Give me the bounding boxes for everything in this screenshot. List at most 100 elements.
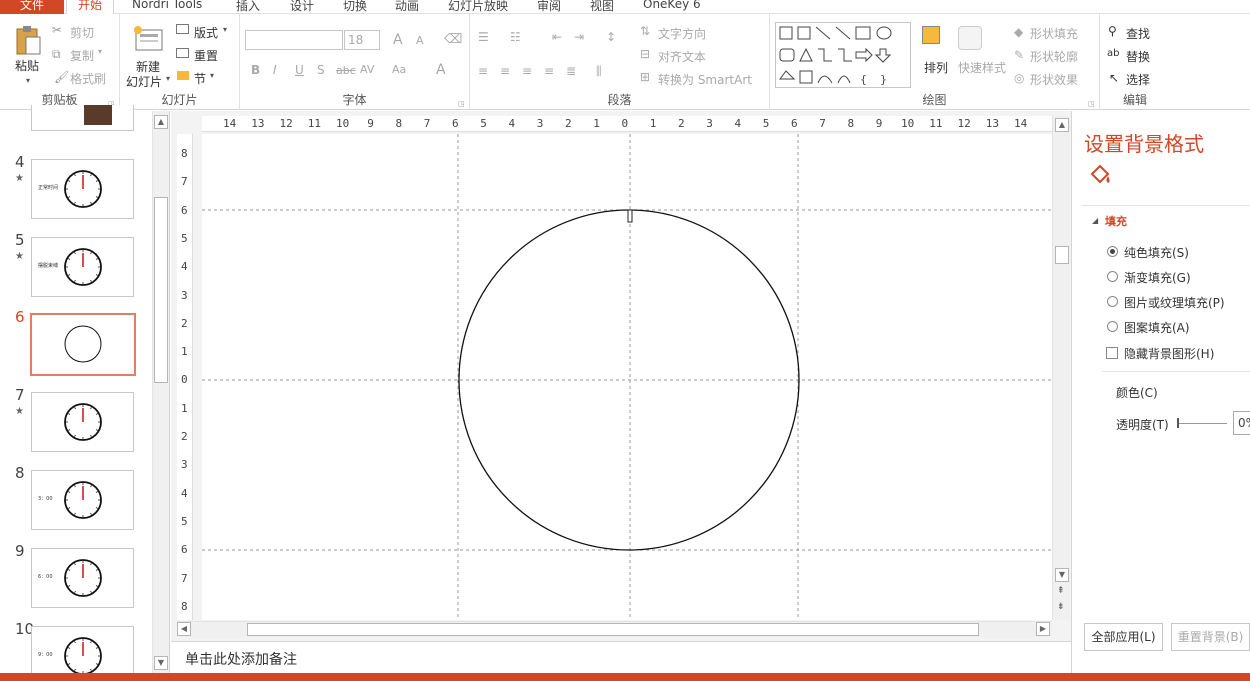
align-text-button[interactable]: 对齐文本 <box>658 48 706 65</box>
increase-indent-icon[interactable]: ⇥ <box>574 30 584 44</box>
columns-icon[interactable]: ⫼ <box>596 64 602 79</box>
shape-fill-button[interactable]: 形状填充 <box>1030 25 1078 42</box>
paste-icon[interactable] <box>14 24 42 56</box>
distributed-icon[interactable]: ≣ <box>566 64 576 78</box>
bullets-icon[interactable]: ☰ <box>478 30 489 44</box>
fill-icon[interactable] <box>1088 163 1112 187</box>
slide-thumbnail[interactable]: 摆脱束缚 <box>31 237 134 297</box>
slide-thumbnail-3[interactable] <box>31 105 134 131</box>
tab-onekey[interactable]: OneKey 6 <box>643 0 701 11</box>
editor-scroll-up-icon[interactable]: ▲ <box>1055 118 1069 132</box>
layout-button[interactable]: 版式 <box>194 24 218 41</box>
tab-design[interactable]: 设计 <box>290 0 314 14</box>
solid-fill-label[interactable]: 纯色填充(S) <box>1124 244 1189 261</box>
shadow-button[interactable]: S <box>317 63 325 77</box>
gradient-fill-radio[interactable] <box>1107 271 1118 282</box>
editor-horizontal-scrollbar[interactable]: ◀ ▶ <box>177 621 1052 637</box>
select-button[interactable]: 选择 <box>1126 71 1150 88</box>
smartart-button[interactable]: 转换为 SmartArt <box>658 71 752 88</box>
tab-slideshow[interactable]: 幻灯片放映 <box>448 0 508 14</box>
slide-thumbnail[interactable] <box>31 392 134 452</box>
pattern-fill-label[interactable]: 图案填充(A) <box>1124 319 1190 336</box>
hide-background-label[interactable]: 隐藏背景图形(H) <box>1124 345 1214 362</box>
justify-icon[interactable]: ≡ <box>544 64 554 78</box>
change-case-button[interactable]: Aa <box>392 63 406 76</box>
shapes-icon[interactable]: {} <box>776 23 912 89</box>
tab-insert[interactable]: 插入 <box>236 0 260 14</box>
editor-scroll-thumb[interactable] <box>1055 246 1069 264</box>
strikethrough-button[interactable]: abc <box>336 64 356 77</box>
font-dialog-launcher-icon[interactable]: ◳ <box>458 100 465 108</box>
apply-all-button[interactable]: 全部应用(L) <box>1084 623 1163 651</box>
tab-file[interactable]: 文件 <box>0 0 64 14</box>
editor-vertical-scrollbar[interactable]: ▲ ▼ ⇞ ⇟ <box>1052 116 1070 620</box>
scroll-thumb[interactable] <box>154 197 168 383</box>
picture-fill-label[interactable]: 图片或纹理填充(P) <box>1124 294 1225 311</box>
paste-dropdown-icon[interactable]: ▾ <box>26 76 30 85</box>
new-slide-label[interactable]: 幻灯片 <box>126 73 162 90</box>
new-slide-dropdown-icon[interactable]: ▾ <box>166 74 170 83</box>
section-button[interactable]: 节 <box>194 70 206 87</box>
scroll-down-icon[interactable]: ▼ <box>154 656 168 670</box>
shrink-font-button[interactable]: A <box>416 34 424 47</box>
picture-fill-radio[interactable] <box>1107 296 1118 307</box>
editor-hscroll-thumb[interactable] <box>247 623 979 636</box>
gradient-fill-label[interactable]: 渐变填充(G) <box>1124 269 1191 286</box>
solid-fill-radio[interactable] <box>1107 246 1118 257</box>
char-spacing-button[interactable]: AV <box>360 63 374 76</box>
tab-review[interactable]: 审阅 <box>537 0 561 14</box>
transparency-slider-thumb[interactable] <box>1177 418 1179 428</box>
slide-thumbnail[interactable] <box>30 313 136 376</box>
align-left-icon[interactable]: ≡ <box>478 64 488 78</box>
italic-button[interactable]: I <box>273 63 277 77</box>
tab-animations[interactable]: 动画 <box>395 0 419 14</box>
next-slide-icon[interactable]: ⇟ <box>1057 602 1065 612</box>
font-size-combo[interactable]: 18 <box>344 30 380 50</box>
slide-canvas[interactable] <box>202 134 1052 620</box>
align-center-icon[interactable]: ≡ <box>500 64 510 78</box>
layout-dropdown-icon[interactable]: ▾ <box>223 25 227 34</box>
hide-background-checkbox[interactable] <box>1106 347 1118 359</box>
section-dropdown-icon[interactable]: ▾ <box>210 71 214 80</box>
notes-placeholder[interactable]: 单击此处添加备注 <box>185 649 297 669</box>
fill-section-header[interactable]: 填充 <box>1105 213 1127 229</box>
find-button[interactable]: 查找 <box>1126 25 1150 42</box>
quick-styles-button[interactable]: 快速样式 <box>958 59 1006 76</box>
bold-button[interactable]: B <box>251 63 260 77</box>
editor-scroll-right-icon[interactable]: ▶ <box>1036 622 1050 636</box>
new-slide-icon[interactable] <box>134 26 164 52</box>
cut-button[interactable]: 剪切 <box>70 24 94 41</box>
slide-thumbnail[interactable]: 6：00 <box>31 548 134 608</box>
prev-slide-icon[interactable]: ⇞ <box>1057 586 1065 596</box>
shapes-gallery[interactable]: {} <box>775 22 911 88</box>
notes-pane[interactable]: 单击此处添加备注 <box>171 641 1071 673</box>
tab-transitions[interactable]: 切换 <box>343 0 367 14</box>
collapse-triangle-icon[interactable]: ◢ <box>1092 216 1098 225</box>
drawing-dialog-launcher-icon[interactable]: ◳ <box>1088 100 1095 108</box>
tab-nordri-tools[interactable]: Nordri Tools <box>132 0 202 11</box>
editor-scroll-left-icon[interactable]: ◀ <box>177 622 191 636</box>
paste-button[interactable]: 粘贴 <box>15 57 39 74</box>
slide-thumbnail[interactable]: 正常时间 <box>31 159 134 219</box>
line-spacing-icon[interactable]: ↕ <box>606 30 616 44</box>
numbering-icon[interactable]: ☷ <box>510 30 521 44</box>
transparency-input[interactable]: 0% <box>1233 411 1250 435</box>
grow-font-button[interactable]: A <box>393 32 403 48</box>
decrease-indent-icon[interactable]: ⇤ <box>552 30 562 44</box>
reset-background-button[interactable]: 重置背景(B) <box>1171 623 1250 651</box>
scroll-up-icon[interactable]: ▲ <box>154 115 168 129</box>
shape-effects-button[interactable]: 形状效果 <box>1030 71 1078 88</box>
arrange-button[interactable]: 排列 <box>924 59 948 76</box>
slide-thumbnail-panel[interactable]: 4 ★ 正常时间 5 ★ 摆脱束缚 6 7 ★ 8 3：00 9 6：00 10 9：00 ▲ ▼ <box>0 105 170 681</box>
editor-scroll-down-icon[interactable]: ▼ <box>1055 568 1069 582</box>
slide-panel-scrollbar[interactable]: ▲ ▼ <box>152 111 169 673</box>
slide-thumbnail[interactable]: 3：00 <box>31 470 134 530</box>
tick-mark[interactable] <box>627 209 633 223</box>
tab-view[interactable]: 视图 <box>590 0 614 14</box>
transparency-slider[interactable] <box>1177 423 1227 424</box>
underline-button[interactable]: U <box>295 63 304 77</box>
align-right-icon[interactable]: ≡ <box>522 64 532 78</box>
copy-dropdown-icon[interactable]: ▾ <box>98 47 102 56</box>
clear-format-icon[interactable]: ⌫ <box>444 32 462 47</box>
pattern-fill-radio[interactable] <box>1107 321 1118 332</box>
